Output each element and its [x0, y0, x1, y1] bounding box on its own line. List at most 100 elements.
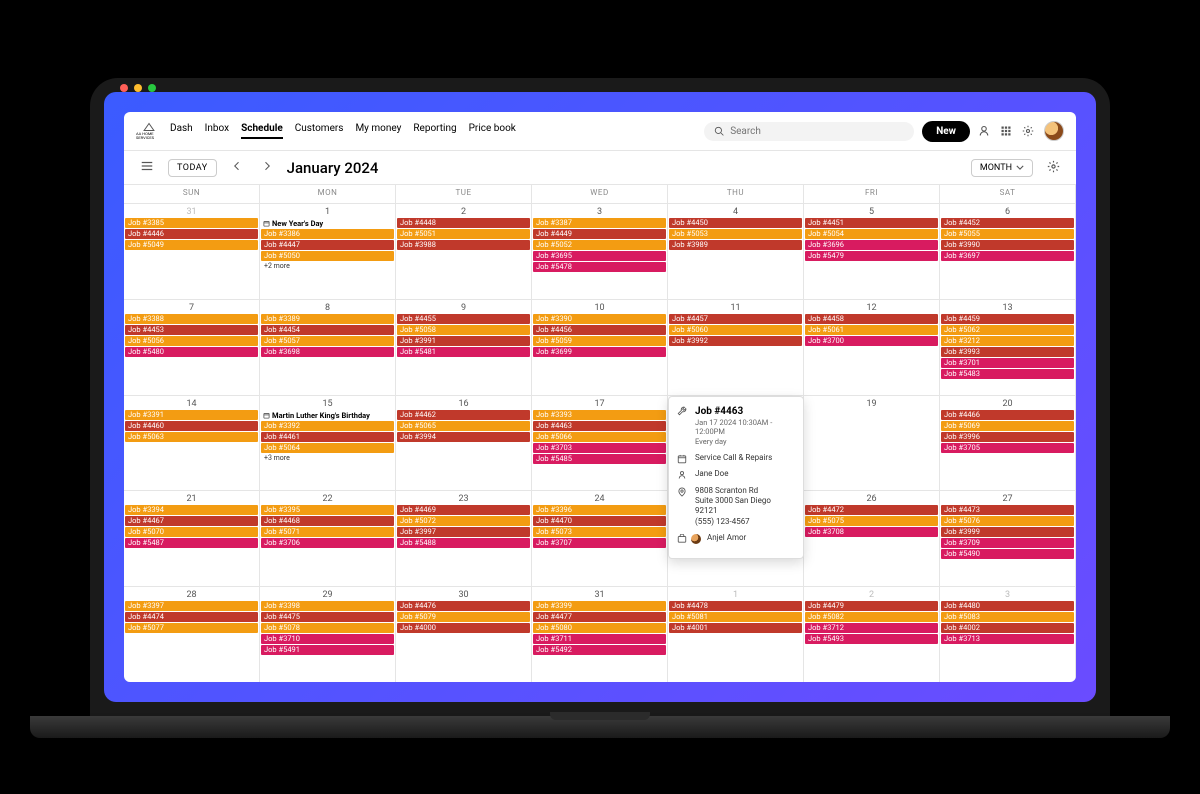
- job-chip[interactable]: Job #3991: [397, 336, 530, 346]
- job-chip[interactable]: Job #4467: [125, 516, 258, 526]
- job-chip[interactable]: Job #3713: [941, 634, 1074, 644]
- job-chip[interactable]: Job #4452: [941, 218, 1074, 228]
- job-chip[interactable]: Job #5083: [941, 612, 1074, 622]
- job-chip[interactable]: Job #5051: [397, 229, 530, 239]
- job-chip[interactable]: Job #3994: [397, 432, 530, 442]
- job-chip[interactable]: Job #5492: [533, 645, 666, 655]
- calendar-day[interactable]: 31Job #3385Job #4446Job #5049: [124, 204, 260, 299]
- job-chip[interactable]: Job #3386: [261, 229, 394, 239]
- job-chip[interactable]: Job #5487: [125, 538, 258, 548]
- calendar-day[interactable]: 13Job #4459Job #5062Job #3212Job #3993Jo…: [940, 300, 1076, 395]
- job-chip[interactable]: Job #3399: [533, 601, 666, 611]
- calendar-day[interactable]: 3Job #3387Job #4449Job #5052Job #3695Job…: [532, 204, 668, 299]
- job-chip[interactable]: Job #4473: [941, 505, 1074, 515]
- job-chip[interactable]: Job #4479: [805, 601, 938, 611]
- nav-my-money[interactable]: My money: [355, 123, 401, 139]
- job-chip[interactable]: Job #4474: [125, 612, 258, 622]
- job-chip[interactable]: Job #3393: [533, 410, 666, 420]
- job-chip[interactable]: Job #4478: [669, 601, 802, 611]
- job-chip[interactable]: Job #5078: [261, 623, 394, 633]
- job-chip[interactable]: Job #5056: [125, 336, 258, 346]
- calendar-day[interactable]: 20Job #4466Job #5069Job #3996Job #3705: [940, 396, 1076, 491]
- job-chip[interactable]: Job #4460: [125, 421, 258, 431]
- job-chip[interactable]: Job #3989: [669, 240, 802, 250]
- job-chip[interactable]: Job #5493: [805, 634, 938, 644]
- job-chip[interactable]: Job #5064: [261, 443, 394, 453]
- job-chip[interactable]: Job #5069: [941, 421, 1074, 431]
- job-chip[interactable]: Job #3697: [941, 251, 1074, 261]
- job-chip[interactable]: Job #5480: [125, 347, 258, 357]
- job-chip[interactable]: Job #5058: [397, 325, 530, 335]
- calendar-day[interactable]: 12Job #4458Job #5061Job #3700: [804, 300, 940, 395]
- job-chip[interactable]: Job #4454: [261, 325, 394, 335]
- calendar-day[interactable]: 1Job #4478Job #5081Job #4001: [668, 587, 804, 682]
- job-chip[interactable]: Job #3395: [261, 505, 394, 515]
- calendar-day[interactable]: 21Job #3394Job #4467Job #5070Job #5487: [124, 491, 260, 586]
- calendar-day[interactable]: 24Job #3396Job #4470Job #5073Job #3707: [532, 491, 668, 586]
- job-chip[interactable]: Job #3993: [941, 347, 1074, 357]
- job-chip[interactable]: Job #5061: [805, 325, 938, 335]
- job-chip[interactable]: Job #4470: [533, 516, 666, 526]
- job-chip[interactable]: Job #3703: [533, 443, 666, 453]
- job-chip[interactable]: Job #3996: [941, 432, 1074, 442]
- calendar-day[interactable]: 2Job #4448Job #5051Job #3988: [396, 204, 532, 299]
- job-chip[interactable]: Job #4451: [805, 218, 938, 228]
- job-chip[interactable]: Job #3990: [941, 240, 1074, 250]
- calendar-day[interactable]: 29Job #3398Job #4475Job #5078Job #3710Jo…: [260, 587, 396, 682]
- job-chip[interactable]: Job #4453: [125, 325, 258, 335]
- job-chip[interactable]: Job #3710: [261, 634, 394, 644]
- job-chip[interactable]: Job #5055: [941, 229, 1074, 239]
- job-chip[interactable]: Job #5488: [397, 538, 530, 548]
- calendar-day[interactable]: 1New Year's DayJob #3386Job #4447Job #50…: [260, 204, 396, 299]
- job-chip[interactable]: Job #4449: [533, 229, 666, 239]
- job-chip[interactable]: Job #4459: [941, 314, 1074, 324]
- job-chip[interactable]: Job #3699: [533, 347, 666, 357]
- job-chip[interactable]: Job #5073: [533, 527, 666, 537]
- job-chip[interactable]: Job #3394: [125, 505, 258, 515]
- job-chip[interactable]: Job #4448: [397, 218, 530, 228]
- job-chip[interactable]: Job #4475: [261, 612, 394, 622]
- new-button[interactable]: New: [922, 121, 970, 142]
- job-chip[interactable]: Job #5485: [533, 454, 666, 464]
- more-jobs-link[interactable]: +3 more: [261, 454, 394, 462]
- job-chip[interactable]: Job #5080: [533, 623, 666, 633]
- job-chip[interactable]: Job #5483: [941, 369, 1074, 379]
- nav-customers[interactable]: Customers: [295, 123, 344, 139]
- calendar-day[interactable]: 7Job #3388Job #4453Job #5056Job #5480: [124, 300, 260, 395]
- job-chip[interactable]: Job #5071: [261, 527, 394, 537]
- calendar-day[interactable]: 8Job #3389Job #4454Job #5057Job #3698: [260, 300, 396, 395]
- nav-schedule[interactable]: Schedule: [241, 123, 283, 139]
- job-chip[interactable]: Job #3706: [261, 538, 394, 548]
- job-chip[interactable]: Job #3698: [261, 347, 394, 357]
- view-selector[interactable]: MONTH: [971, 159, 1033, 177]
- job-chip[interactable]: Job #3389: [261, 314, 394, 324]
- job-chip[interactable]: Job #5075: [805, 516, 938, 526]
- job-chip[interactable]: Job #4457: [669, 314, 802, 324]
- more-jobs-link[interactable]: +2 more: [261, 262, 394, 270]
- calendar-day[interactable]: 22Job #3395Job #4468Job #5071Job #3706: [260, 491, 396, 586]
- job-chip[interactable]: Job #5062: [941, 325, 1074, 335]
- job-chip[interactable]: Job #5070: [125, 527, 258, 537]
- job-chip[interactable]: Job #3712: [805, 623, 938, 633]
- calendar-day[interactable]: 27Job #4473Job #5076Job #3999Job #3709Jo…: [940, 491, 1076, 586]
- job-chip[interactable]: Job #4466: [941, 410, 1074, 420]
- next-month-button[interactable]: [257, 158, 277, 177]
- job-chip[interactable]: Job #5077: [125, 623, 258, 633]
- job-chip[interactable]: Job #4446: [125, 229, 258, 239]
- job-chip[interactable]: Job #5059: [533, 336, 666, 346]
- job-chip[interactable]: Job #3388: [125, 314, 258, 324]
- job-chip[interactable]: Job #3387: [533, 218, 666, 228]
- job-chip[interactable]: Job #5076: [941, 516, 1074, 526]
- calendar-day[interactable]: 5Job #4451Job #5054Job #3696Job #5479: [804, 204, 940, 299]
- job-chip[interactable]: Job #5049: [125, 240, 258, 250]
- prev-month-button[interactable]: [227, 158, 247, 177]
- job-chip[interactable]: Job #4002: [941, 623, 1074, 633]
- job-chip[interactable]: Job #3397: [125, 601, 258, 611]
- job-chip[interactable]: Job #4455: [397, 314, 530, 324]
- calendar-day[interactable]: 3Job #4480Job #5083Job #4002Job #3713: [940, 587, 1076, 682]
- job-chip[interactable]: Job #3701: [941, 358, 1074, 368]
- job-chip[interactable]: Job #4001: [669, 623, 802, 633]
- search-input[interactable]: [730, 126, 904, 137]
- job-chip[interactable]: Job #5490: [941, 549, 1074, 559]
- calendar-day[interactable]: 18Job #4463Jan 17 2024 10:30AM - 12:00PM…: [668, 396, 804, 491]
